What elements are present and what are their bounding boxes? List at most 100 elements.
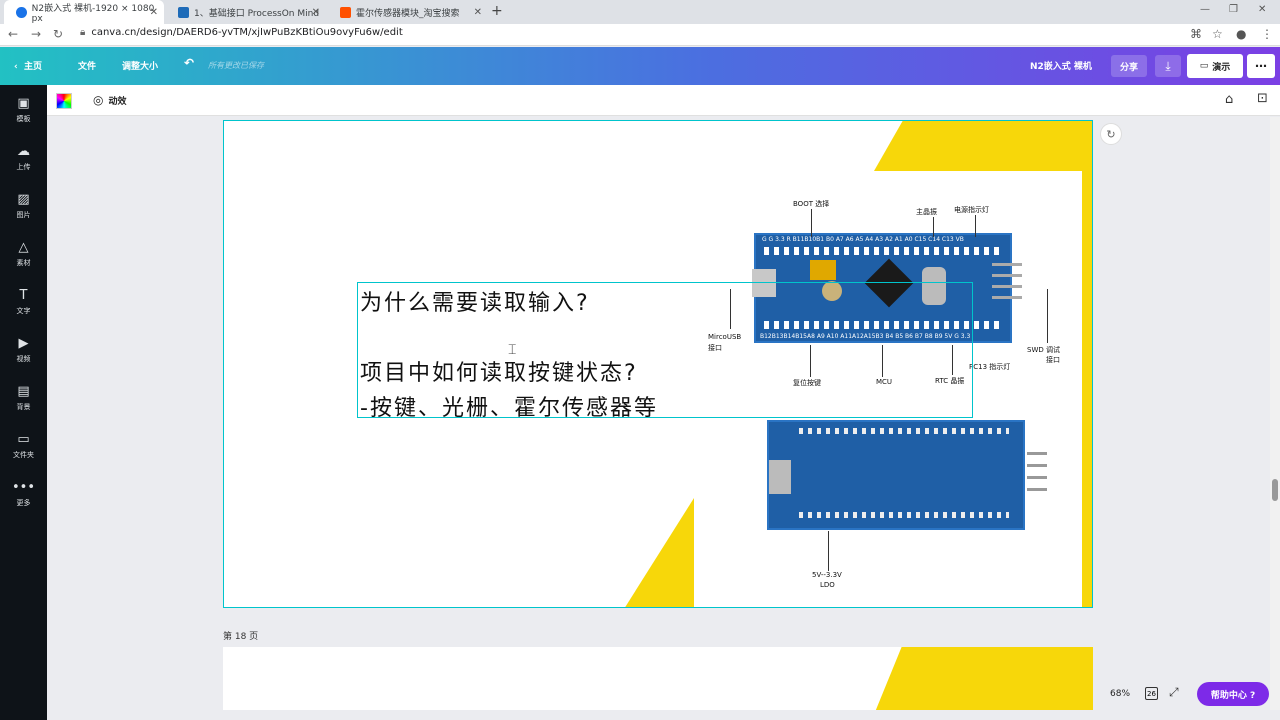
background-icon: ▤ [17, 384, 30, 399]
design-title[interactable]: N2嵌入式 裸机 [1030, 59, 1092, 72]
tab-title: N2嵌入式 裸机-1920 × 1080 px [31, 3, 155, 24]
elements-icon: △ [18, 240, 29, 255]
download-icon: ⤓ [1165, 58, 1171, 73]
sidebar-item-templates[interactable]: ▣ 模板 [0, 95, 47, 135]
more-dots-icon: ••• [11, 480, 35, 495]
label-swd: SWD 调试 [1027, 346, 1060, 354]
color-picker-swatch[interactable] [56, 93, 72, 109]
minimize-icon[interactable]: — [1200, 4, 1210, 15]
present-label: 演示 [1212, 62, 1231, 73]
sidebar-item-elements[interactable]: △ 素材 [0, 239, 47, 279]
label-swd-2: 接口 [1046, 356, 1060, 364]
undo-icon[interactable]: ↶ [184, 56, 194, 70]
present-button[interactable]: ▭ 演示 [1187, 54, 1243, 78]
slide-text-line: 项目中如何读取按键状态? [360, 361, 638, 386]
callout-line [975, 215, 976, 237]
label-ldo-1: 5V--3.3V [812, 571, 842, 579]
sidebar-item-photos[interactable]: ▨ 图片 [0, 191, 47, 231]
share-button[interactable]: 分享 [1111, 55, 1147, 77]
slide-page[interactable]: G G 3.3 R B11B10B1 B0 A7 A6 A5 A4 A3 A2 … [223, 120, 1093, 608]
scrollbar-thumb[interactable] [1272, 479, 1278, 501]
address-bar: ← → ↻ 🔒︎ canva.cn/design/DAERD6-yvTM/xjIw… [0, 24, 1280, 46]
label-boot: BOOT 选择 [793, 200, 830, 208]
swd-header-pins [1027, 452, 1047, 492]
format-painter-icon[interactable]: ⌂ [1225, 92, 1233, 107]
sidebar-item-label: 上传 [16, 163, 31, 171]
sidebar-item-label: 素材 [16, 259, 31, 267]
decorative-yellow-shape [873, 647, 1093, 710]
label-main-crystal: 主晶振 [916, 208, 937, 216]
home-label: 主页 [23, 62, 42, 72]
restore-icon[interactable]: ❐ [1229, 4, 1238, 15]
close-tab-icon[interactable]: ✕ [474, 7, 482, 18]
refresh-design-icon[interactable]: ↻ [1100, 123, 1122, 145]
new-tab-icon[interactable]: + [491, 3, 503, 19]
processon-favicon-icon [178, 6, 189, 18]
selected-text-box[interactable]: 为什么需要读取输入? 项目中如何读取按键状态? -按键、光栅、霍尔传感器等 [357, 282, 973, 421]
decorative-yellow-shape [874, 121, 1092, 171]
canva-favicon-icon [16, 6, 27, 18]
canvas-area: G G 3.3 R B11B10B1 B0 A7 A6 A5 A4 A3 A2 … [47, 117, 1270, 710]
element-toolbar: ◎ 动效 ⌂ ⊡ [47, 85, 1280, 116]
back-icon[interactable]: ← [8, 27, 18, 41]
next-slide-page[interactable] [223, 647, 1093, 710]
sidebar-item-text[interactable]: T 文字 [0, 287, 47, 327]
close-tab-icon[interactable]: ✕ [150, 7, 158, 18]
profile-avatar-icon[interactable]: ● [1236, 27, 1246, 41]
url-field[interactable]: 🔒︎ canva.cn/design/DAERD6-yvTM/xjIwPuBzKB… [80, 27, 403, 38]
sidebar-item-label: 视频 [16, 355, 31, 363]
page-count-badge[interactable]: 26 [1145, 687, 1158, 700]
photos-icon: ▨ [17, 192, 30, 207]
browser-tab-taobao[interactable]: 霍尔传感器模块_淘宝搜索 ✕ [328, 0, 488, 24]
browser-tab-processon[interactable]: 1、基础接口 ProcessOn Mind ✕ [166, 0, 326, 24]
sidebar-item-label: 图片 [16, 211, 31, 219]
save-status: 所有更改已保存 [208, 61, 264, 70]
label-ldo-2: LDO [820, 581, 835, 589]
vertical-scrollbar[interactable] [1270, 117, 1280, 710]
bookmark-star-icon[interactable]: ☆ [1212, 27, 1223, 41]
sidebar-item-more[interactable]: ••• 更多 [0, 479, 47, 519]
help-center-button[interactable]: 帮助中心 ? [1197, 682, 1269, 706]
micro-usb-connector [769, 460, 791, 494]
lock-element-icon[interactable]: ⊡ [1257, 91, 1268, 106]
upload-icon: ☁ [17, 144, 30, 159]
folder-icon: ▭ [17, 432, 30, 447]
taobao-favicon-icon [340, 6, 351, 18]
browser-menu-icon[interactable]: ⋮ [1261, 27, 1273, 41]
sidebar-item-label: 模板 [16, 115, 31, 123]
callout-line [828, 531, 829, 571]
pin-pads-bottom [799, 512, 1009, 518]
callout-line [1047, 289, 1048, 343]
present-icon: ▭ [1199, 61, 1209, 71]
resize-menu[interactable]: 调整大小 [122, 59, 158, 72]
home-button[interactable]: ‹ 主页 [14, 59, 42, 72]
close-window-icon[interactable]: ✕ [1258, 4, 1266, 15]
video-icon: ▶ [18, 336, 29, 351]
file-menu[interactable]: 文件 [78, 59, 96, 72]
label-pc13: PC13 指示灯 [969, 363, 1011, 371]
sidebar-item-videos[interactable]: ▶ 视频 [0, 335, 47, 375]
fullscreen-icon[interactable]: ⤢ [1169, 685, 1179, 700]
sidebar-item-uploads[interactable]: ☁ 上传 [0, 143, 47, 183]
reload-icon[interactable]: ↻ [53, 27, 63, 41]
sidebar-item-label: 更多 [16, 499, 31, 507]
label-power-led: 电源指示灯 [954, 206, 989, 214]
slide-text-line: -按键、光栅、霍尔传感器等 [360, 396, 658, 421]
zoom-level[interactable]: 68% [1110, 689, 1130, 699]
download-button[interactable]: ⤓ [1155, 55, 1181, 77]
editor-top-bar: ‹ 主页 文件 调整大小 ↶ 所有更改已保存 N2嵌入式 裸机 分享 ⤓ ▭ 演… [0, 47, 1280, 85]
animate-icon: ◎ [93, 93, 104, 107]
sidebar-item-folders[interactable]: ▭ 文件夹 [0, 431, 47, 471]
translate-icon[interactable]: ⌘ [1190, 27, 1202, 41]
animate-button[interactable]: ◎ 动效 [93, 93, 127, 107]
page-number-label: 第 18 页 [223, 632, 259, 642]
close-tab-icon[interactable]: ✕ [312, 7, 320, 18]
sidebar-item-label: 背景 [16, 403, 31, 411]
browser-tab-canva[interactable]: N2嵌入式 裸机-1920 × 1080 px ✕ [4, 0, 164, 24]
forward-icon[interactable]: → [31, 27, 41, 41]
more-options-button[interactable]: ⋯ [1247, 54, 1275, 78]
sidebar-item-label: 文件夹 [13, 451, 34, 459]
templates-icon: ▣ [17, 96, 30, 111]
sidebar-item-background[interactable]: ▤ 背景 [0, 383, 47, 423]
stm32-board-back-image[interactable] [767, 420, 1047, 530]
